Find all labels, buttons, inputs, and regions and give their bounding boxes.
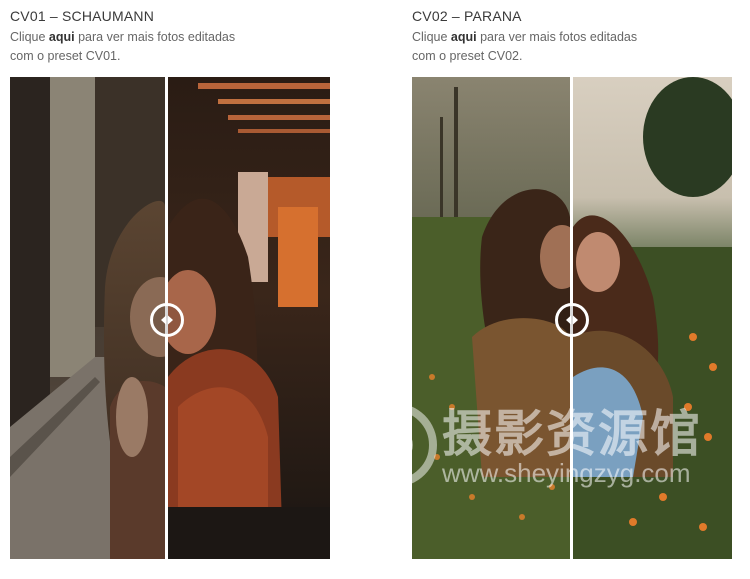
before-image	[412, 77, 570, 559]
before-after-comparison[interactable]	[10, 77, 330, 559]
after-image	[168, 77, 330, 559]
preset-title: CV01 – SCHAUMANN	[10, 8, 155, 24]
aqui-link[interactable]: aqui	[49, 30, 75, 44]
left-right-arrows-icon[interactable]	[555, 303, 589, 337]
before-after-comparison[interactable]	[412, 77, 732, 559]
preset-description: Clique aqui para ver mais fotos editadas…	[412, 30, 638, 63]
left-right-arrows-icon[interactable]	[150, 303, 184, 337]
after-image	[573, 77, 732, 559]
preset-description: Clique aqui para ver mais fotos editadas…	[10, 30, 236, 63]
before-image	[10, 77, 165, 559]
aqui-link[interactable]: aqui	[451, 30, 477, 44]
preset-title: CV02 – PARANA	[412, 8, 522, 24]
